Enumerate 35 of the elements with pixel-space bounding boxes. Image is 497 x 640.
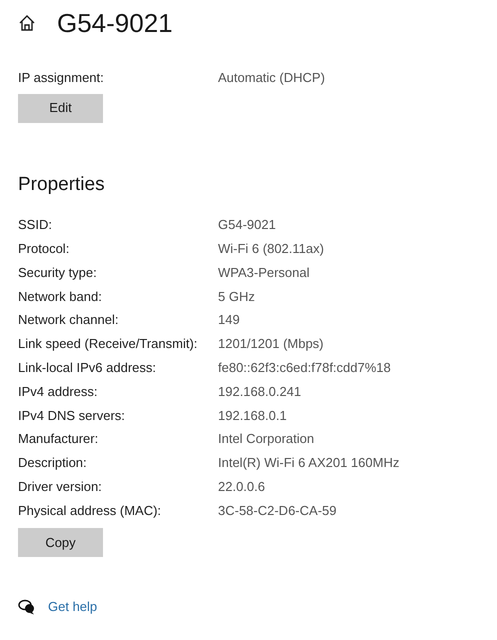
property-label: Network channel: — [18, 311, 120, 330]
property-label: IPv4 address: — [18, 382, 98, 401]
property-label: Link speed (Receive/Transmit): — [18, 335, 198, 354]
property-label: Link-local IPv6 address: — [18, 358, 158, 377]
property-label: Description: — [18, 454, 88, 472]
get-help-link[interactable]: Get help — [48, 597, 98, 617]
property-value: WPA3-Personal — [218, 264, 310, 282]
section-heading: Properties — [18, 172, 106, 196]
property-label: Manufacturer: — [18, 430, 100, 448]
property-label: Physical address (MAC): — [18, 502, 162, 520]
property-label: SSID: — [18, 216, 53, 234]
property-value: 192.168.0.1 — [218, 406, 287, 425]
property-value: fe80::62f3:c6ed:f78f:cdd7%18 — [218, 358, 391, 377]
property-value: 1201/1201 (Mbps) — [218, 335, 324, 354]
page-title: G54-9021 — [57, 10, 173, 36]
property-label: IPv4 DNS servers: — [18, 406, 126, 425]
property-value: 22.0.0.6 — [218, 478, 265, 496]
field-label: IP assignment: — [18, 69, 105, 87]
property-value: 149 — [218, 311, 240, 330]
property-value: G54-9021 — [218, 216, 276, 234]
property-value: Intel Corporation — [218, 430, 314, 448]
property-label: Security type: — [18, 264, 98, 282]
help-chat-icon — [18, 599, 36, 616]
property-value: 5 GHz — [218, 288, 255, 306]
property-value: Wi-Fi 6 (802.11ax) — [218, 240, 324, 258]
edit-button[interactable]: Edit — [18, 94, 103, 122]
property-value: Intel(R) Wi-Fi 6 AX201 160MHz — [218, 454, 400, 472]
property-value: 3C-58-C2-D6-CA-59 — [218, 502, 336, 520]
copy-button[interactable]: Copy — [18, 528, 103, 558]
home-icon[interactable] — [18, 14, 36, 32]
property-label: Driver version: — [18, 478, 103, 496]
property-label: Network band: — [18, 288, 103, 306]
property-value: 192.168.0.241 — [218, 382, 302, 401]
property-label: Protocol: — [18, 240, 70, 258]
field-value: Automatic (DHCP) — [218, 69, 325, 87]
